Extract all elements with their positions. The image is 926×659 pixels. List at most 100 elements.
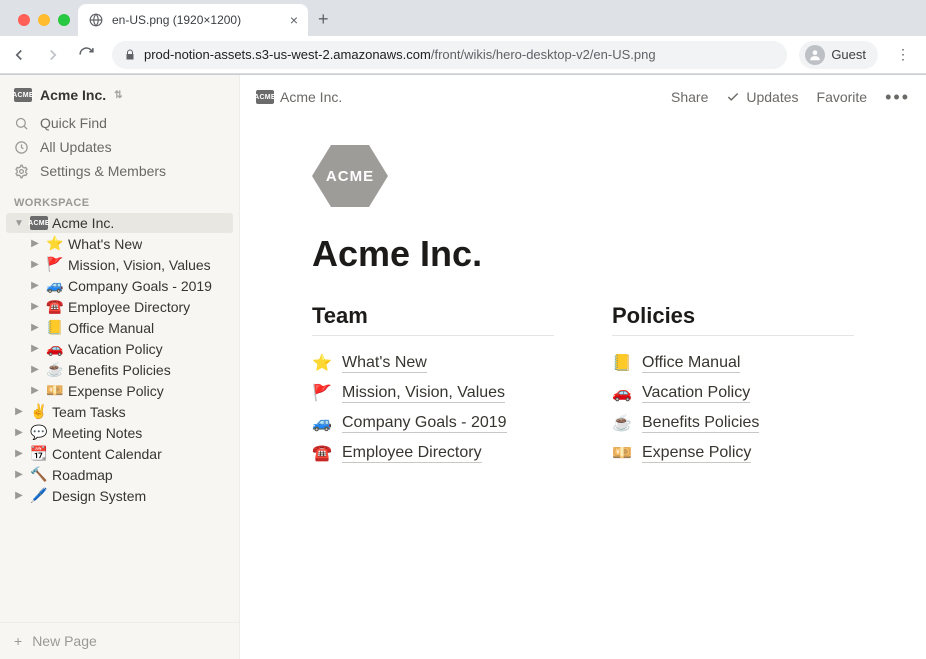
chevron-right-icon[interactable]: ▶ [28, 343, 42, 354]
updates-label: Updates [746, 89, 798, 105]
breadcrumb[interactable]: ACME Acme Inc. [256, 89, 342, 105]
maximize-window-button[interactable] [58, 14, 70, 26]
chevron-right-icon[interactable]: ▶ [12, 406, 26, 417]
reload-button[interactable] [78, 46, 100, 63]
close-tab-button[interactable]: × [290, 12, 298, 28]
page-emoji-icon: ✌️ [30, 403, 48, 420]
browser-tab[interactable]: en-US.png (1920×1200) × [78, 4, 308, 36]
sidebar: ACME Acme Inc. ⇅ Quick Find All Updates … [0, 75, 240, 659]
close-window-button[interactable] [18, 14, 30, 26]
tree-item[interactable]: ▶ 🚗Vacation Policy [6, 338, 233, 359]
page-emoji-icon: 🚩 [46, 256, 64, 273]
tree-item[interactable]: ▶🖊️Design System [6, 485, 233, 506]
page-link[interactable]: 🚩Mission, Vision, Values [312, 378, 554, 408]
plus-icon: + [14, 633, 22, 649]
new-page-button[interactable]: + New Page [0, 622, 239, 659]
favorite-button[interactable]: Favorite [817, 89, 868, 105]
chevron-right-icon[interactable]: ▶ [12, 448, 26, 459]
page-emoji-icon: 🚙 [46, 277, 64, 294]
page-emoji-icon: 🚙 [312, 413, 332, 433]
back-button[interactable] [10, 46, 32, 64]
tree-item[interactable]: ▶🚩Mission, Vision, Values [6, 254, 233, 275]
tab-strip: en-US.png (1920×1200) × + [0, 0, 926, 36]
tree-item-label: What's New [68, 236, 142, 252]
settings-button[interactable]: Settings & Members [0, 159, 239, 183]
chevron-right-icon[interactable]: ▶ [28, 238, 42, 249]
tree-item-label: Vacation Policy [68, 341, 163, 357]
tree-item[interactable]: ▶📆Content Calendar [6, 443, 233, 464]
chevron-right-icon[interactable]: ▶ [28, 322, 42, 333]
page-link[interactable]: 🚗Vacation Policy [612, 378, 854, 408]
forward-button[interactable] [44, 46, 66, 64]
page-content: ACME Acme Inc. Team⭐What's New🚩Mission, … [240, 119, 926, 508]
page-tree: ▼ACMEAcme Inc.▶⭐What's New▶🚩Mission, Vis… [0, 213, 239, 514]
chevron-down-icon[interactable]: ▼ [12, 218, 26, 229]
chevron-right-icon[interactable]: ▶ [28, 385, 42, 396]
updates-button[interactable]: Updates [726, 89, 798, 105]
workspace-switcher[interactable]: ACME Acme Inc. ⇅ [0, 75, 239, 111]
tree-item-label: Expense Policy [68, 383, 164, 399]
chevron-right-icon[interactable]: ▶ [12, 469, 26, 480]
chevron-right-icon[interactable]: ▶ [28, 259, 42, 270]
tree-item-label: Meeting Notes [52, 425, 142, 441]
page-link[interactable]: 💴Expense Policy [612, 438, 854, 468]
avatar-icon [805, 45, 825, 65]
page-link-label: Company Goals - 2019 [342, 414, 507, 433]
tree-item-label: Office Manual [68, 320, 154, 336]
tree-item[interactable]: ▶☎️Employee Directory [6, 296, 233, 317]
all-updates-label: All Updates [40, 139, 112, 155]
tree-item[interactable]: ▶✌️Team Tasks [6, 401, 233, 422]
all-updates-button[interactable]: All Updates [0, 135, 239, 159]
page-emoji-icon: 🚗 [46, 340, 64, 357]
chevron-right-icon[interactable]: ▶ [28, 301, 42, 312]
page-link[interactable]: ☕Benefits Policies [612, 408, 854, 438]
minimize-window-button[interactable] [38, 14, 50, 26]
page-link[interactable]: 🚙 Company Goals - 2019 [312, 408, 554, 438]
column-heading: Policies [612, 303, 854, 336]
page-link[interactable]: 📒Office Manual [612, 348, 854, 378]
chevron-right-icon[interactable]: ▶ [28, 280, 42, 291]
section-label-workspace: WORKSPACE [0, 183, 239, 213]
page-link-label: Mission, Vision, Values [342, 384, 505, 403]
tree-item[interactable]: ▶⭐What's New [6, 233, 233, 254]
page-link[interactable]: ⭐ What's New [312, 348, 554, 378]
tree-item[interactable]: ▶📒Office Manual [6, 317, 233, 338]
chevron-right-icon[interactable]: ▶ [12, 427, 26, 438]
new-tab-button[interactable]: + [308, 9, 339, 36]
workspace-icon: ACME [256, 90, 274, 104]
quick-find-button[interactable]: Quick Find [0, 111, 239, 135]
page-emoji-icon: 📒 [612, 353, 632, 373]
tree-item[interactable]: ▶🔨Roadmap [6, 464, 233, 485]
page-link-label: What's New [342, 354, 427, 373]
browser-menu-button[interactable]: ⋮ [890, 46, 916, 63]
page-emoji-icon: ⭐ [312, 353, 332, 373]
tree-item-label: Employee Directory [68, 299, 190, 315]
tree-item[interactable]: ▼ ACME Acme Inc. [6, 213, 233, 233]
topbar: ACME Acme Inc. Share Updates Favorite ••… [240, 75, 926, 119]
tree-item[interactable]: ▶💬Meeting Notes [6, 422, 233, 443]
chevron-right-icon[interactable]: ▶ [12, 490, 26, 501]
page-link[interactable]: ☎️Employee Directory [312, 438, 554, 468]
tree-item-label: Company Goals - 2019 [68, 278, 212, 294]
chevron-right-icon[interactable]: ▶ [28, 364, 42, 375]
tree-item-label: Benefits Policies [68, 362, 171, 378]
tree-item[interactable]: ▶ 🚙Company Goals - 2019 [6, 275, 233, 296]
share-label: Share [671, 89, 708, 105]
page-link-label: Vacation Policy [642, 384, 750, 403]
tree-item-label: Acme Inc. [52, 215, 114, 231]
tree-item-label: Design System [52, 488, 146, 504]
share-button[interactable]: Share [671, 89, 708, 105]
chevron-updown-icon: ⇅ [114, 90, 122, 101]
page-menu-button[interactable]: ••• [885, 87, 910, 108]
tree-item[interactable]: ▶☕Benefits Policies [6, 359, 233, 380]
page-emoji-icon: 💴 [612, 443, 632, 463]
url-input[interactable]: prod-notion-assets.s3-us-west-2.amazonaw… [112, 41, 787, 69]
clock-icon [14, 140, 30, 155]
app: ACME Acme Inc. ⇅ Quick Find All Updates … [0, 75, 926, 659]
page-emoji-icon: ACME [30, 216, 48, 230]
search-icon [14, 116, 30, 131]
tree-item[interactable]: ▶💴Expense Policy [6, 380, 233, 401]
gear-icon [14, 164, 30, 179]
page-title: Acme Inc. [312, 233, 854, 275]
profile-chip[interactable]: Guest [799, 41, 878, 69]
